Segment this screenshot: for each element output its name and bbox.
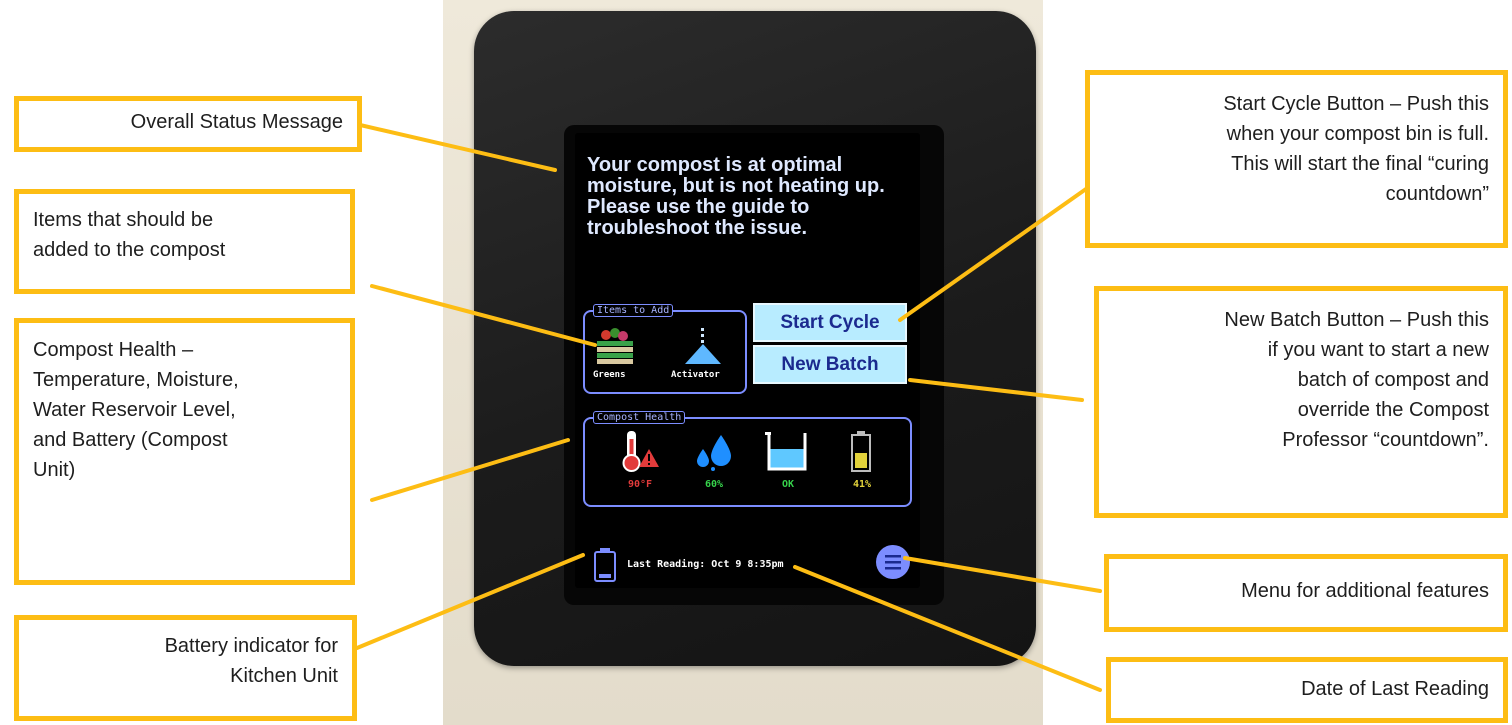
callout-compost-health: Compost Health – Temperature, Moisture, … [14, 318, 355, 585]
leader-menu [903, 556, 1102, 593]
callout-items-to-add: Items that should be added to the compos… [14, 189, 355, 294]
leader-battery [355, 553, 585, 650]
callout-start-cycle: Start Cycle Button – Push this when your… [1085, 70, 1508, 248]
leader-last-reading [793, 565, 1102, 692]
leader-new-batch [908, 378, 1084, 402]
callout-last-reading: Date of Last Reading [1106, 657, 1508, 723]
leader-start-cycle [898, 187, 1088, 322]
leader-health [370, 438, 570, 502]
callout-menu: Menu for additional features [1104, 554, 1508, 632]
callout-battery-indicator: Battery indicator for Kitchen Unit [14, 615, 357, 721]
callout-overall-status: Overall Status Message [14, 96, 362, 152]
callout-new-batch: New Batch Button – Push this if you want… [1094, 286, 1508, 518]
leader-items [370, 284, 597, 347]
leader-status [358, 123, 557, 172]
